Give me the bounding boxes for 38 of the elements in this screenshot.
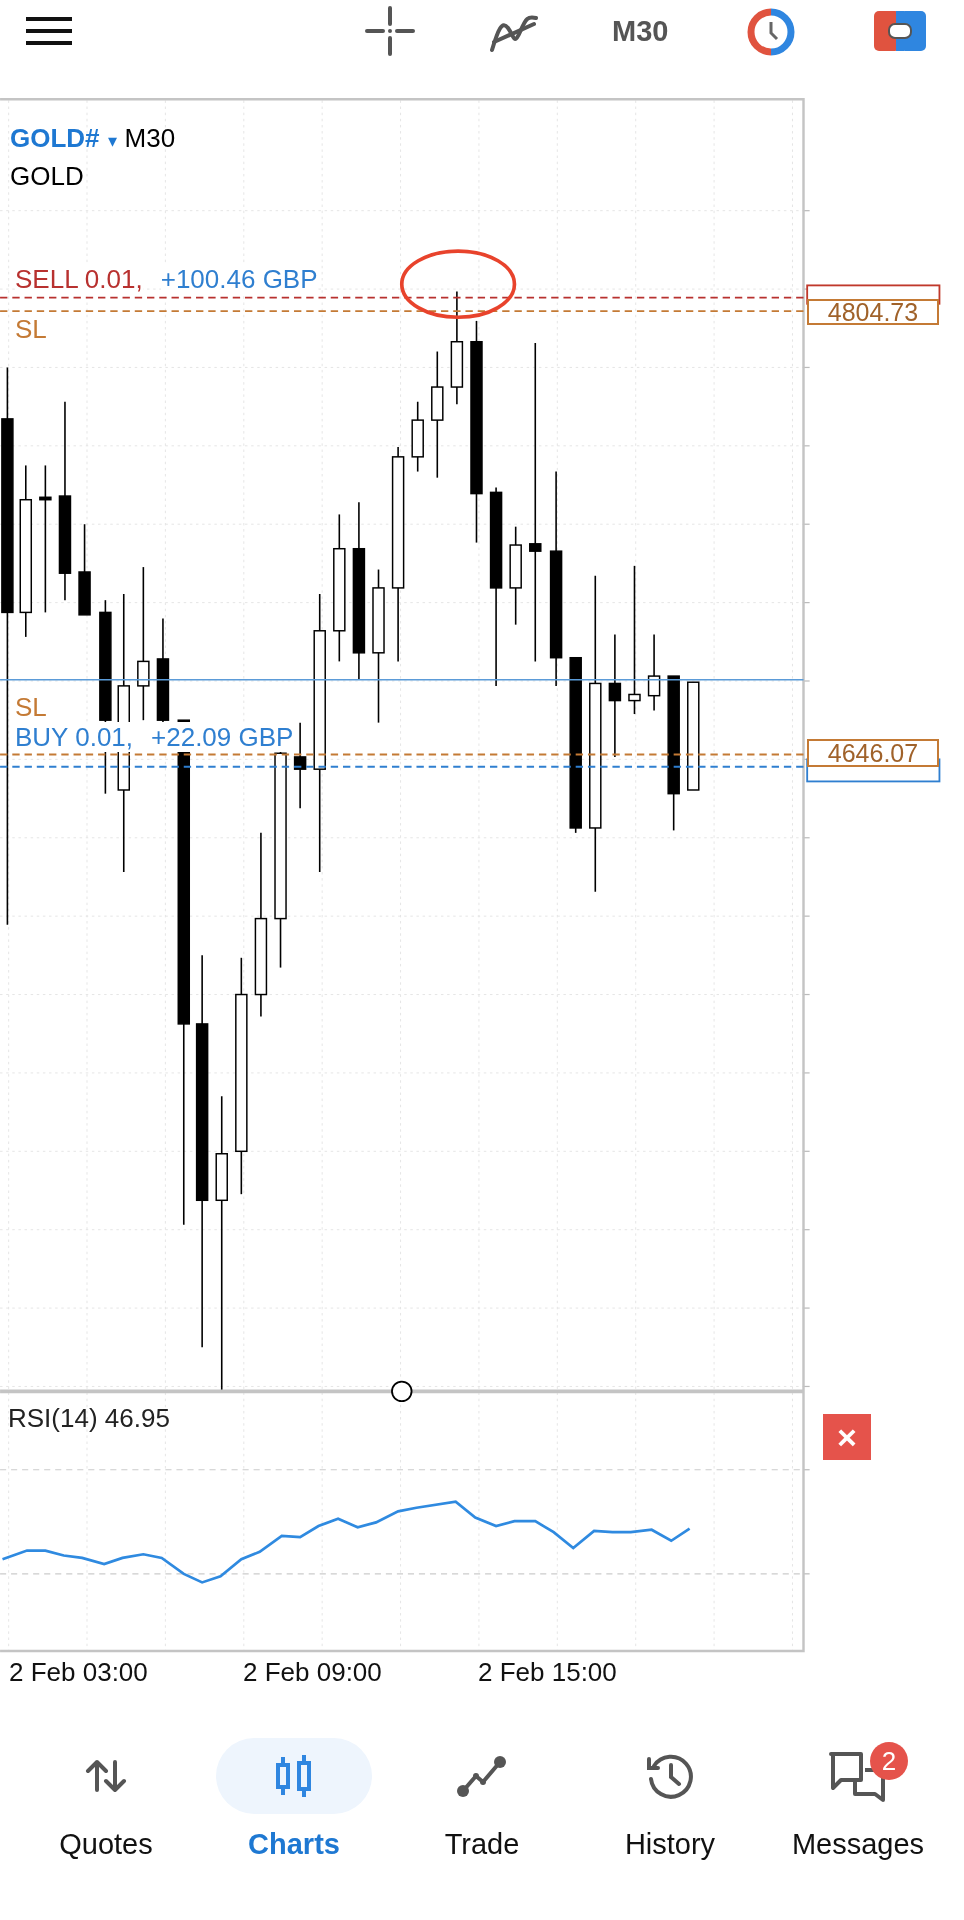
notification-badge: 2 bbox=[870, 1742, 908, 1780]
chart-timeframe: M30 bbox=[124, 123, 176, 153]
nav-tab[interactable]: Quotes bbox=[12, 1738, 200, 1920]
crosshair-icon[interactable] bbox=[364, 5, 416, 57]
time-label: 2 Feb 09:00 bbox=[243, 1657, 382, 1687]
stop-loss-label: SL bbox=[15, 314, 47, 344]
order-profit: +100.46 GBP bbox=[160, 264, 318, 294]
order-line[interactable] bbox=[0, 296, 805, 299]
nav-tab[interactable]: Charts bbox=[200, 1738, 388, 1920]
line-chart-icon bbox=[456, 1754, 508, 1798]
trade-toggle-icon[interactable] bbox=[874, 10, 926, 52]
pane-handle[interactable] bbox=[391, 1380, 413, 1403]
indicator-label: RSI(14) 46.95 bbox=[8, 1403, 170, 1433]
tab-label: Quotes bbox=[59, 1828, 153, 1861]
order-label[interactable]: BUY 0.01, bbox=[15, 722, 134, 752]
price-tag: 4804.73 bbox=[807, 299, 939, 325]
tab-label: History bbox=[624, 1828, 716, 1861]
price-tag: 4646.07 bbox=[807, 739, 939, 767]
order-line[interactable] bbox=[0, 765, 805, 768]
nav-tab[interactable]: History bbox=[576, 1738, 764, 1920]
order-label[interactable]: SELL 0.01, bbox=[15, 264, 143, 294]
time-label: 2 Feb 03:00 bbox=[9, 1657, 148, 1687]
symbol-name[interactable]: GOLD# bbox=[10, 123, 100, 153]
time-label: 2 Feb 15:00 bbox=[478, 1657, 617, 1687]
nav-tab[interactable]: 2 Messages bbox=[764, 1738, 952, 1920]
order-profit: +22.09 GBP bbox=[151, 722, 294, 752]
tab-label: Charts bbox=[248, 1828, 340, 1861]
stop-loss-line[interactable] bbox=[0, 753, 805, 756]
timeframe-button[interactable]: M30 bbox=[612, 1, 669, 61]
menu-icon[interactable] bbox=[26, 16, 72, 46]
symbol-description: GOLD bbox=[10, 161, 84, 191]
tab-label: Trade bbox=[444, 1828, 520, 1861]
clock-icon[interactable] bbox=[746, 8, 796, 56]
close-button[interactable]: × bbox=[823, 1414, 871, 1460]
nav-tab[interactable]: Trade bbox=[388, 1738, 576, 1920]
tab-label: Messages bbox=[791, 1828, 925, 1861]
stop-loss-label: SL bbox=[15, 692, 47, 722]
dropdown-icon[interactable]: ▾ bbox=[107, 126, 117, 156]
